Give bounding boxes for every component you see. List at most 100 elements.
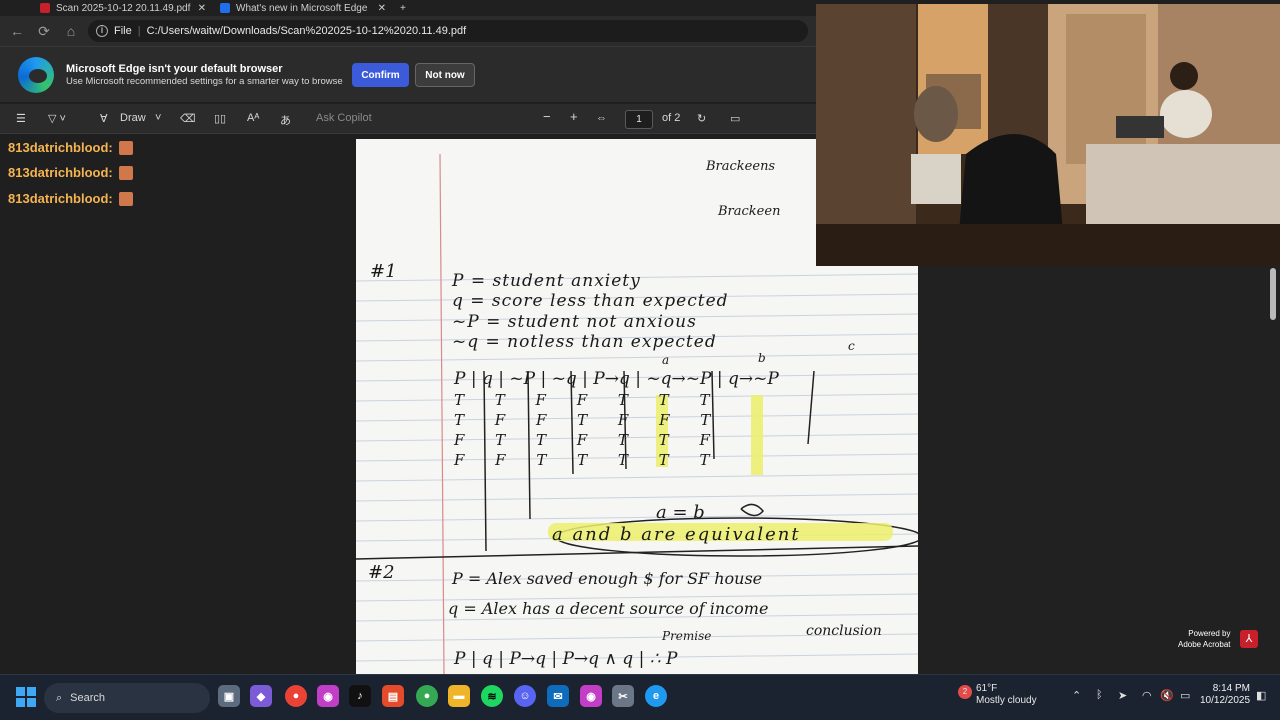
app-icon[interactable]: ◉ [580,685,602,707]
notification-icon[interactable]: ◧ [1256,689,1266,702]
chat-username: 813datrichblood: [8,165,113,180]
location-icon[interactable]: ➤ [1118,689,1127,702]
edge-favicon-icon [220,3,230,13]
not-now-button[interactable]: Not now [415,63,475,87]
scrollbar-thumb[interactable] [1270,268,1276,320]
tab-title: Scan 2025-10-12 20.11.49.pdf [56,2,191,14]
windows-start-icon[interactable] [16,687,36,707]
truth-table-row: T F F T F F T [454,411,711,429]
equation: a = b [656,502,705,523]
fit-page-icon[interactable]: ⇔ [596,112,607,124]
clock-date: 10/12/2025 [1200,695,1251,706]
wifi-icon[interactable]: ◠ [1142,689,1152,702]
powered-by: Powered by Adobe Acrobat [1178,628,1230,650]
page-number-input[interactable]: 1 [625,110,653,129]
two-page-icon[interactable]: ▭ [730,112,740,125]
draw-icon[interactable]: ∀ [100,112,108,125]
taskbar: ⌕ Search ▣ ◆ ● ◉ ♪ ▤ ● ▬ ≋ ☺ ✉ ◉ ✂ e 2 6… [0,674,1280,720]
webcam-scene [816,4,1280,266]
ask-copilot-button[interactable]: Ask Copilot [316,112,372,124]
tab-title: What's new in Microsoft Edge [236,2,368,14]
address-input[interactable]: i File | C:/Users/waitw/Downloads/Scan%2… [88,20,808,42]
column-a-label: a [662,353,670,367]
info-icon[interactable]: i [96,25,108,37]
task-view-icon[interactable]: ▣ [218,685,240,707]
search-label: Search [70,692,106,704]
conclusion-label: conclusion [806,623,882,639]
premise-label: Premise [662,629,712,643]
webcam-overlay [816,4,1280,266]
page-total: of 2 [662,112,681,124]
battery-icon[interactable]: ▭ [1180,689,1190,702]
new-tab-button[interactable]: + [400,0,416,16]
chevron-down-icon[interactable]: ˅ [155,112,161,124]
acrobat-logo-icon: ⅄ [1240,630,1258,648]
bluetooth-icon[interactable]: ᛒ [1096,689,1103,701]
chat-message: 813datrichblood: [8,165,133,180]
tab-whats-new[interactable]: What's new in Microsoft Edge ✕ [220,0,390,16]
note-header-1: Brackeens [706,159,776,174]
app-icon[interactable]: ◉ [317,685,339,707]
back-arrow-icon[interactable]: ← [8,22,26,40]
app-icon[interactable]: ▤ [382,685,404,707]
snipping-tool-icon[interactable]: ✂ [612,685,634,707]
tab-strip: Scan 2025-10-12 20.11.49.pdf ✕ What's ne… [0,0,816,16]
discord-icon[interactable]: ☺ [514,685,536,707]
pdf-favicon-icon [40,3,50,13]
close-tab-icon[interactable]: ✕ [378,3,386,14]
home-icon[interactable]: ⌂ [62,22,80,40]
copilot-icon[interactable]: ◆ [250,685,272,707]
infobar-title: Microsoft Edge isn't your default browse… [66,63,283,75]
volume-muted-icon[interactable]: 🔇 [1160,689,1174,702]
taskbar-search[interactable]: ⌕ Search [44,683,210,713]
read-aloud-icon[interactable]: Aᴬ [247,112,259,124]
refresh-icon[interactable]: ⟳ [35,22,53,40]
chat-username: 813datrichblood: [8,140,113,155]
address-bar-row: ← ⟳ ⌂ i File | C:/Users/waitw/Downloads/… [0,16,816,46]
highlight-icon[interactable]: ▽ ˅ [48,112,66,125]
chevron-up-icon[interactable]: ⌃ [1072,689,1081,702]
chrome-icon[interactable]: ● [285,685,307,707]
chrome-icon[interactable]: ● [416,685,438,707]
truth-table-row: F F T T T T T [454,451,710,469]
page-view-icon[interactable]: ▯▯ [214,112,226,125]
note-header-2: Brackeen [718,204,781,219]
zoom-out-button[interactable]: − [543,109,551,124]
note-line: ~P = student not anxious [452,312,697,332]
truth-table-row: F T T F T T F [454,431,710,449]
weather-widget[interactable]: 2 61°F Mostly cloudy [950,683,1037,707]
powered-line-1: Powered by [1188,629,1231,638]
draw-button[interactable]: Draw [120,112,146,124]
zoom-in-button[interactable]: + [570,109,578,124]
spotify-icon[interactable]: ≋ [481,685,503,707]
edge-logo-icon [18,57,54,93]
default-browser-infobar: Microsoft Edge isn't your default browse… [0,46,816,102]
conclusion-text: a and b are equivalent [552,524,801,545]
powered-line-2: Adobe Acrobat [1178,640,1231,649]
note-line: P = Alex saved enough $ for SF house [452,569,763,588]
note-line: P = student anxiety [452,271,641,291]
chat-message: 813datrichblood: [8,140,133,155]
edge-icon[interactable]: e [645,685,667,707]
column-b-label: b [758,351,766,365]
outlook-icon[interactable]: ✉ [547,685,569,707]
tab-pdf[interactable]: Scan 2025-10-12 20.11.49.pdf ✕ [40,0,210,16]
search-icon: ⌕ [56,691,63,704]
note-line: ~q = notless than expected [452,332,717,352]
url-text: C:/Users/waitw/Downloads/Scan%202025-10-… [146,25,467,37]
truth-table-header: P | q | ~P | ~q | P→q | ~q→~P | q→~P [454,369,779,389]
file-explorer-icon[interactable]: ▬ [448,685,470,707]
rotate-icon[interactable]: ↻ [697,112,706,125]
clock-time: 8:14 PM [1212,683,1250,694]
eraser-icon[interactable]: ⌫ [180,112,196,125]
translate-icon[interactable]: あ [280,112,291,128]
tiktok-icon[interactable]: ♪ [349,685,371,707]
confirm-button[interactable]: Confirm [352,63,409,87]
contents-list-icon[interactable]: ☰ [16,112,26,125]
note-line: q = score less than expected [452,291,729,311]
chat-panel: 813datrichblood: 813datrichblood: 813dat… [0,134,356,674]
system-clock[interactable]: 8:14 PM 10/12/2025 [1200,683,1250,707]
close-tab-icon[interactable]: ✕ [198,3,206,14]
viewer-background [918,266,1280,674]
chat-username: 813datrichblood: [8,191,113,206]
